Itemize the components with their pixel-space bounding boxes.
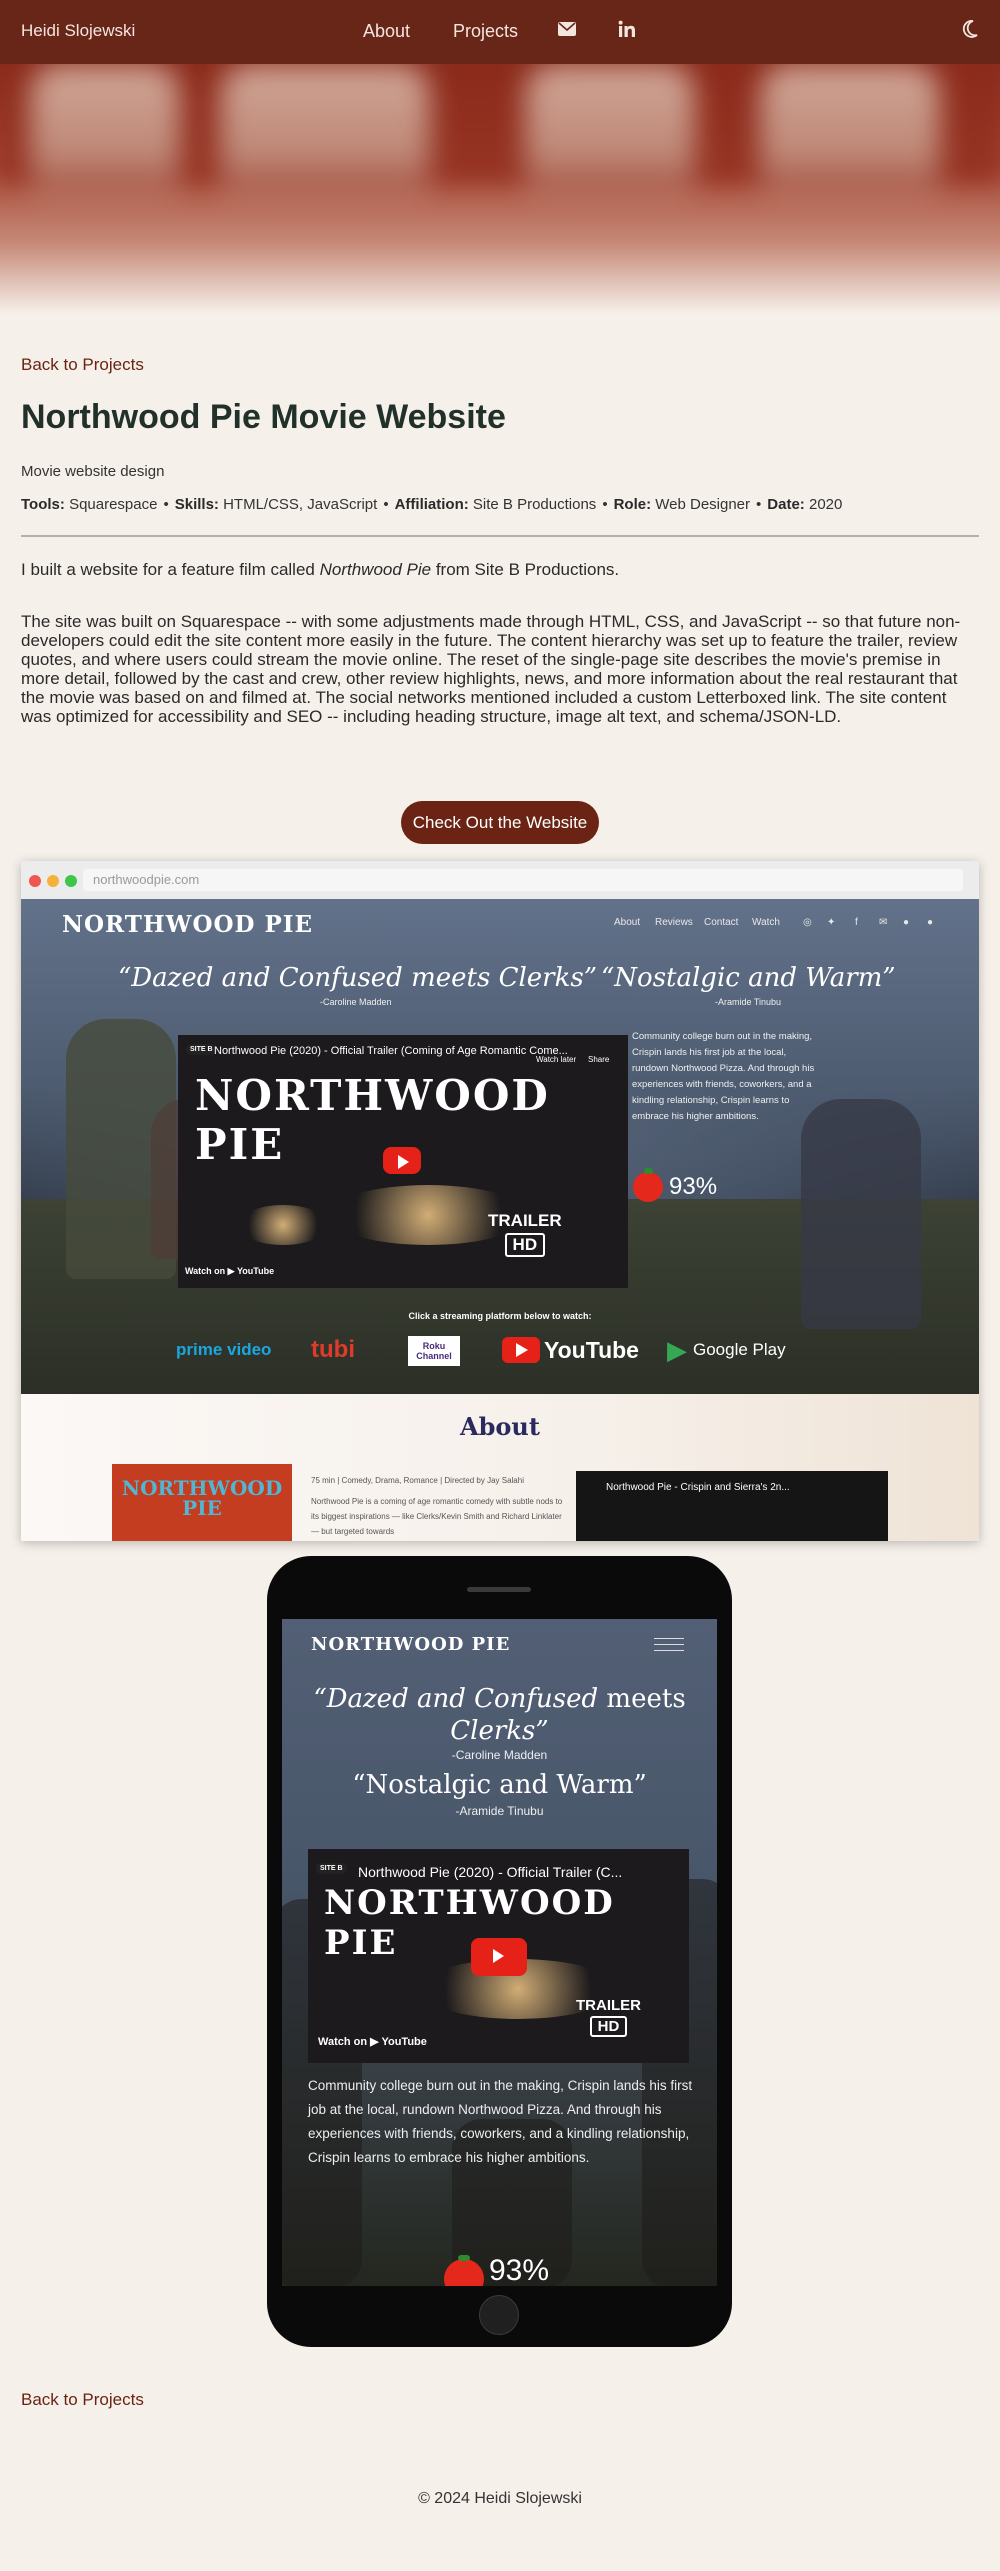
meta-separator: • xyxy=(756,496,762,513)
project-meta: Tools: Squarespace • Skills: HTML/CSS, Jav… xyxy=(21,496,842,513)
video-title: Northwood Pie (2020) - Official Trailer … xyxy=(214,1045,568,1057)
site-brand-link[interactable]: Heidi Slojewski xyxy=(21,21,135,41)
rotten-tomatoes-score: 93% xyxy=(669,1173,718,1200)
channel-avatar: SITE B xyxy=(186,1044,217,1055)
movie-description: Community college burn out in the making… xyxy=(632,1031,815,1122)
divider xyxy=(21,535,979,537)
body-paragraph: The site was built on Squarespace -- wit… xyxy=(21,612,961,726)
mobile-site-logo: NORTHWOOD PIE xyxy=(311,1634,511,1655)
desktop-browser-mockup: northwoodpie.com NORTHWOOD PIE About Rev… xyxy=(21,861,979,1541)
second-video-embed[interactable]: Northwood Pie - Crispin and Sierra's 2n.… xyxy=(576,1471,888,1541)
browser-url-bar[interactable]: northwoodpie.com xyxy=(83,869,963,891)
youtube-logo[interactable]: YouTube xyxy=(502,1332,639,1368)
watch-later-label[interactable]: Watch later xyxy=(536,1055,576,1064)
about-heading: About xyxy=(460,1412,540,1441)
tubi-logo[interactable]: tubi xyxy=(311,1332,355,1368)
review-quote-2: “Nostalgic and Warm” xyxy=(601,963,896,993)
meta-separator: • xyxy=(602,496,608,513)
affiliation-label: Affiliation: xyxy=(394,496,469,513)
back-to-projects-link-bottom[interactable]: Back to Projects xyxy=(21,2390,144,2410)
website-screenshot: NORTHWOOD PIE About Reviews Contact Watc… xyxy=(21,899,979,1394)
review-quote-1: “Dazed and Confused meets Clerks” xyxy=(118,963,597,993)
mobile-movie-description: Community college burn out in the making… xyxy=(308,2078,693,2165)
review-quote-2-author: -Aramide Tinubu xyxy=(715,997,782,1007)
intro-film-title: Northwood Pie xyxy=(319,560,432,579)
moon-icon[interactable] xyxy=(962,20,978,43)
mobile-channel-avatar: SITE B xyxy=(316,1863,347,1874)
mobile-play-button[interactable] xyxy=(471,1938,527,1976)
footer-copyright: © 2024 Heidi Slojewski xyxy=(418,2490,582,2507)
mobile-quote-2-author: -Aramide Tinubu xyxy=(455,1804,544,1818)
window-close-dot xyxy=(29,875,41,887)
roku-channel-logo[interactable]: Roku Channel xyxy=(408,1336,460,1366)
trailer-badge: TRAILER HD xyxy=(488,1211,562,1257)
page-subtitle: Movie website design xyxy=(21,463,165,480)
linkedin-icon[interactable] xyxy=(618,20,636,43)
date-label: Date: xyxy=(767,496,805,513)
review-quote-1-author: -Caroline Madden xyxy=(320,997,392,1007)
mobile-quote-1-author: -Caroline Madden xyxy=(451,1748,548,1762)
stream-label: Click a streaming platform below to watc… xyxy=(408,1311,592,1321)
page-title: Northwood Pie Movie Website xyxy=(21,398,506,436)
tools-value: Squarespace xyxy=(69,496,158,513)
site-nav-reviews: Reviews xyxy=(655,917,693,928)
envelope-icon[interactable] xyxy=(558,22,576,41)
movie-poster: NORTHWOOD PIE xyxy=(112,1464,292,1541)
mobile-trailer-badge: TRAILER HD xyxy=(576,1997,641,2037)
about-section: About NORTHWOOD PIE 75 min | Comedy, Dra… xyxy=(21,1394,979,1541)
tomato-icon xyxy=(633,1168,663,1202)
role-label: Role: xyxy=(613,496,652,513)
prime-video-logo[interactable]: prime video xyxy=(176,1332,271,1368)
mobile-quote-2: “Nostalgic and Warm” xyxy=(352,1770,647,1800)
check-out-website-button[interactable]: Check Out the Website xyxy=(401,801,599,844)
google-play-logo[interactable]: ▶ Google Play xyxy=(667,1332,786,1368)
mobile-watch-on-youtube[interactable]: Watch on ▶ YouTube xyxy=(318,2035,427,2048)
site-nav-about: About xyxy=(614,917,641,928)
hero-banner xyxy=(0,64,1000,314)
watch-on-youtube[interactable]: Watch on ▶ YouTube xyxy=(185,1266,274,1277)
trailer-video-embed[interactable]: SITE B Northwood Pie (2020) - Official T… xyxy=(178,1035,628,1288)
mobile-quote-1: “Dazed and Confused meets Clerks” xyxy=(313,1684,686,1746)
email-icon: ✉ xyxy=(879,917,888,928)
mobile-site-screenshot: NORTHWOOD PIE “Dazed and Confused meets C… xyxy=(282,1619,717,2286)
site-logo: NORTHWOOD PIE xyxy=(62,911,314,938)
nav-link-projects[interactable]: Projects xyxy=(453,21,518,42)
phone-icon: ● xyxy=(927,917,934,928)
top-nav: Heidi Slojewski About Projects xyxy=(0,0,1000,64)
mobile-phone-mockup: NORTHWOOD PIE “Dazed and Confused meets C… xyxy=(267,1556,732,2347)
intro-before: I built a website for a feature film cal… xyxy=(21,560,320,579)
share-label[interactable]: Share xyxy=(588,1055,609,1064)
browser-toolbar: northwoodpie.com xyxy=(21,861,979,899)
affiliation-value: Site B Productions xyxy=(472,496,597,513)
site-nav-watch: Watch xyxy=(752,917,780,928)
mobile-trailer-video[interactable]: SITE B Northwood Pie (2020) - Official T… xyxy=(308,1849,689,2063)
mobile-video-title: Northwood Pie (2020) - Official Trailer … xyxy=(358,1864,623,1880)
play-button[interactable] xyxy=(383,1147,421,1174)
mobile-rotten-tomatoes-score: 93% xyxy=(489,2254,550,2286)
intro-paragraph: I built a website for a feature film cal… xyxy=(21,559,979,581)
about-text: 75 min | Comedy, Drama, Romance | Direct… xyxy=(311,1476,563,1536)
intro-after: from Site B Productions. xyxy=(431,560,620,579)
back-to-projects-link-top[interactable]: Back to Projects xyxy=(21,355,144,375)
phone-home-button xyxy=(479,2295,519,2335)
tools-label: Tools: xyxy=(21,496,65,513)
date-value: 2020 xyxy=(808,496,843,513)
meta-separator: • xyxy=(383,496,389,513)
twitter-icon: ✦ xyxy=(827,917,836,928)
role-value: Web Designer xyxy=(655,496,751,513)
meta-separator: • xyxy=(163,496,169,513)
letterboxd-icon: ● xyxy=(903,917,910,928)
window-maximize-dot xyxy=(65,875,77,887)
skills-value: HTML/CSS, JavaScript xyxy=(223,496,378,513)
phone-speaker xyxy=(467,1587,531,1592)
site-nav-contact: Contact xyxy=(704,917,739,928)
hamburger-menu-icon[interactable] xyxy=(654,1638,684,1656)
instagram-icon: ◎ xyxy=(803,917,812,928)
facebook-icon: f xyxy=(855,917,858,928)
skills-label: Skills: xyxy=(174,496,219,513)
nav-link-about[interactable]: About xyxy=(363,21,410,42)
window-minimize-dot xyxy=(47,875,59,887)
